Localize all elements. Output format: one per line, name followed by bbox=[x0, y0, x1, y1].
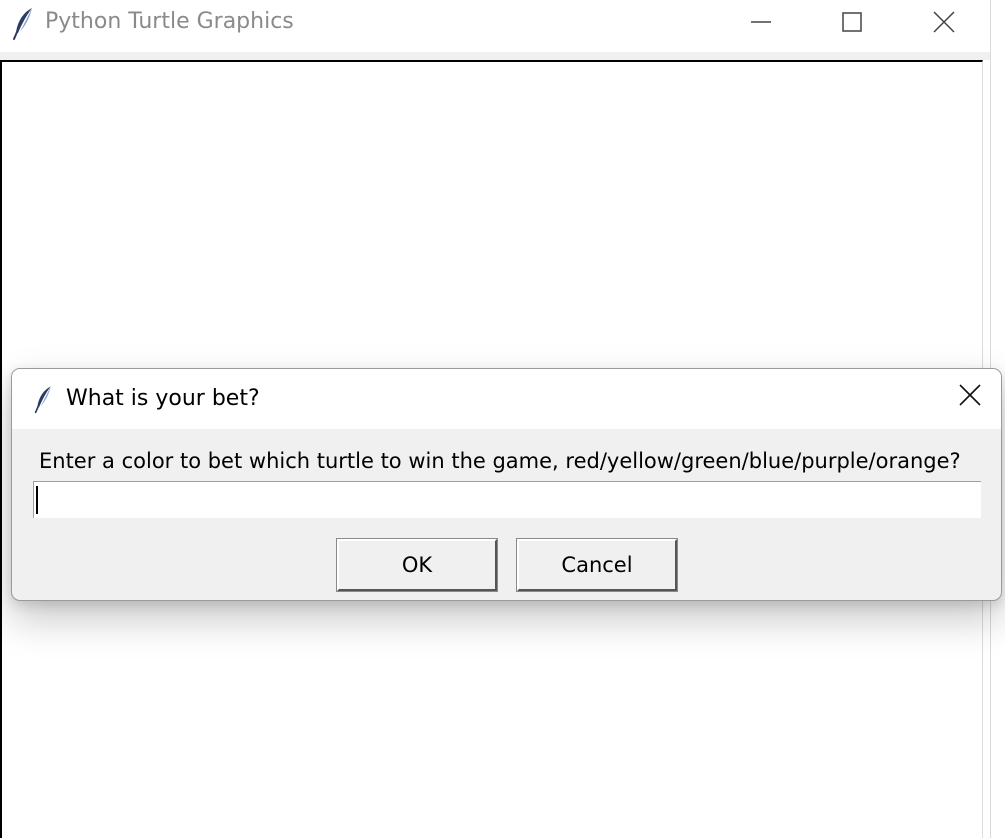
dialog-prompt: Enter a color to bet which turtle to win… bbox=[39, 449, 961, 473]
close-icon bbox=[958, 383, 982, 411]
maximize-button[interactable] bbox=[820, 0, 884, 44]
minimize-button[interactable] bbox=[729, 0, 793, 44]
bet-color-input[interactable] bbox=[33, 481, 981, 518]
feather-icon bbox=[34, 383, 54, 415]
feather-icon bbox=[12, 6, 36, 40]
close-button[interactable] bbox=[912, 0, 976, 44]
dialog-title-bar[interactable]: What is your bet? bbox=[12, 369, 1001, 429]
dialog-title: What is your bet? bbox=[66, 386, 260, 411]
bet-dialog: What is your bet? Enter a color to bet w… bbox=[11, 368, 1002, 601]
window-title-bar[interactable]: Python Turtle Graphics bbox=[0, 0, 990, 52]
cancel-button[interactable]: Cancel bbox=[516, 538, 678, 592]
text-caret bbox=[36, 486, 38, 514]
minimize-icon bbox=[750, 11, 772, 33]
close-icon bbox=[932, 10, 956, 34]
dialog-close-button[interactable] bbox=[947, 377, 993, 417]
maximize-icon bbox=[841, 11, 863, 33]
title-separator bbox=[0, 52, 990, 60]
window-title: Python Turtle Graphics bbox=[45, 9, 294, 34]
ok-button[interactable]: OK bbox=[336, 538, 498, 592]
